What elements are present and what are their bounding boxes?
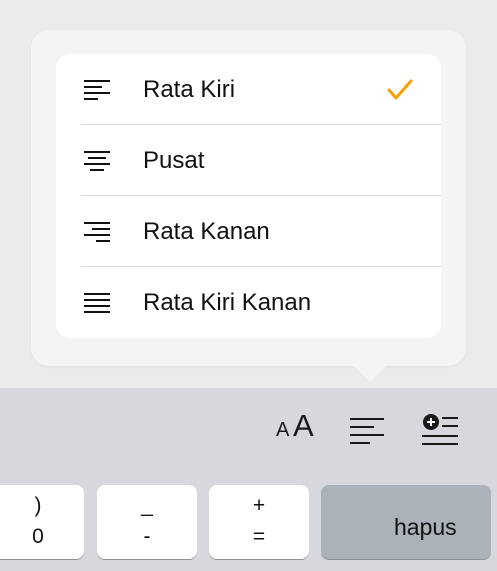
menu-item-label: Rata Kanan: [143, 217, 270, 245]
key-zero[interactable]: ) 0: [0, 485, 84, 559]
keyboard: ) 0 _ - + = hapus: [0, 470, 497, 571]
popover-arrow: [350, 362, 390, 382]
key-char: -: [143, 525, 151, 548]
alignment-menu: Rata Kiri Pusat Rata Kanan Rata Kiri Kan…: [56, 54, 441, 338]
menu-item-label: Rata Kiri: [143, 75, 236, 103]
paragraph-align-button[interactable]: [348, 416, 386, 448]
menu-item-align-center[interactable]: Pusat: [56, 125, 441, 196]
key-shift-char: +: [252, 494, 266, 517]
font-size-button[interactable]: A A: [274, 408, 320, 444]
font-size-small-glyph: A: [276, 419, 290, 441]
key-minus[interactable]: _ -: [97, 485, 197, 559]
delete-key-label: hapus: [394, 514, 457, 540]
menu-item-label: Rata Kiri Kanan: [143, 288, 312, 316]
font-size-large-glyph: A: [293, 408, 314, 443]
align-right-icon: [84, 221, 110, 242]
key-shift-char: _: [141, 494, 153, 517]
key-equals[interactable]: + =: [209, 485, 309, 559]
menu-item-align-right[interactable]: Rata Kanan: [56, 196, 441, 267]
alignment-popover: Rata Kiri Pusat Rata Kanan Rata Kiri Kan…: [0, 0, 497, 388]
align-justify-icon: [84, 292, 110, 313]
align-left-icon: [84, 79, 110, 100]
align-center-icon: [84, 150, 110, 171]
key-shift-char: ): [34, 494, 42, 517]
checkmark-icon: [387, 79, 413, 99]
insert-add-icon: [422, 414, 458, 445]
menu-item-align-left[interactable]: Rata Kiri: [56, 54, 441, 125]
format-toolbar: A A: [0, 388, 497, 470]
insert-button[interactable]: [420, 412, 460, 450]
key-char: 0: [32, 525, 44, 548]
align-left-icon: [350, 418, 384, 444]
menu-item-label: Pusat: [143, 146, 205, 174]
menu-item-align-justify[interactable]: Rata Kiri Kanan: [56, 267, 441, 338]
key-char: =: [252, 525, 266, 548]
delete-key[interactable]: hapus: [321, 485, 491, 559]
